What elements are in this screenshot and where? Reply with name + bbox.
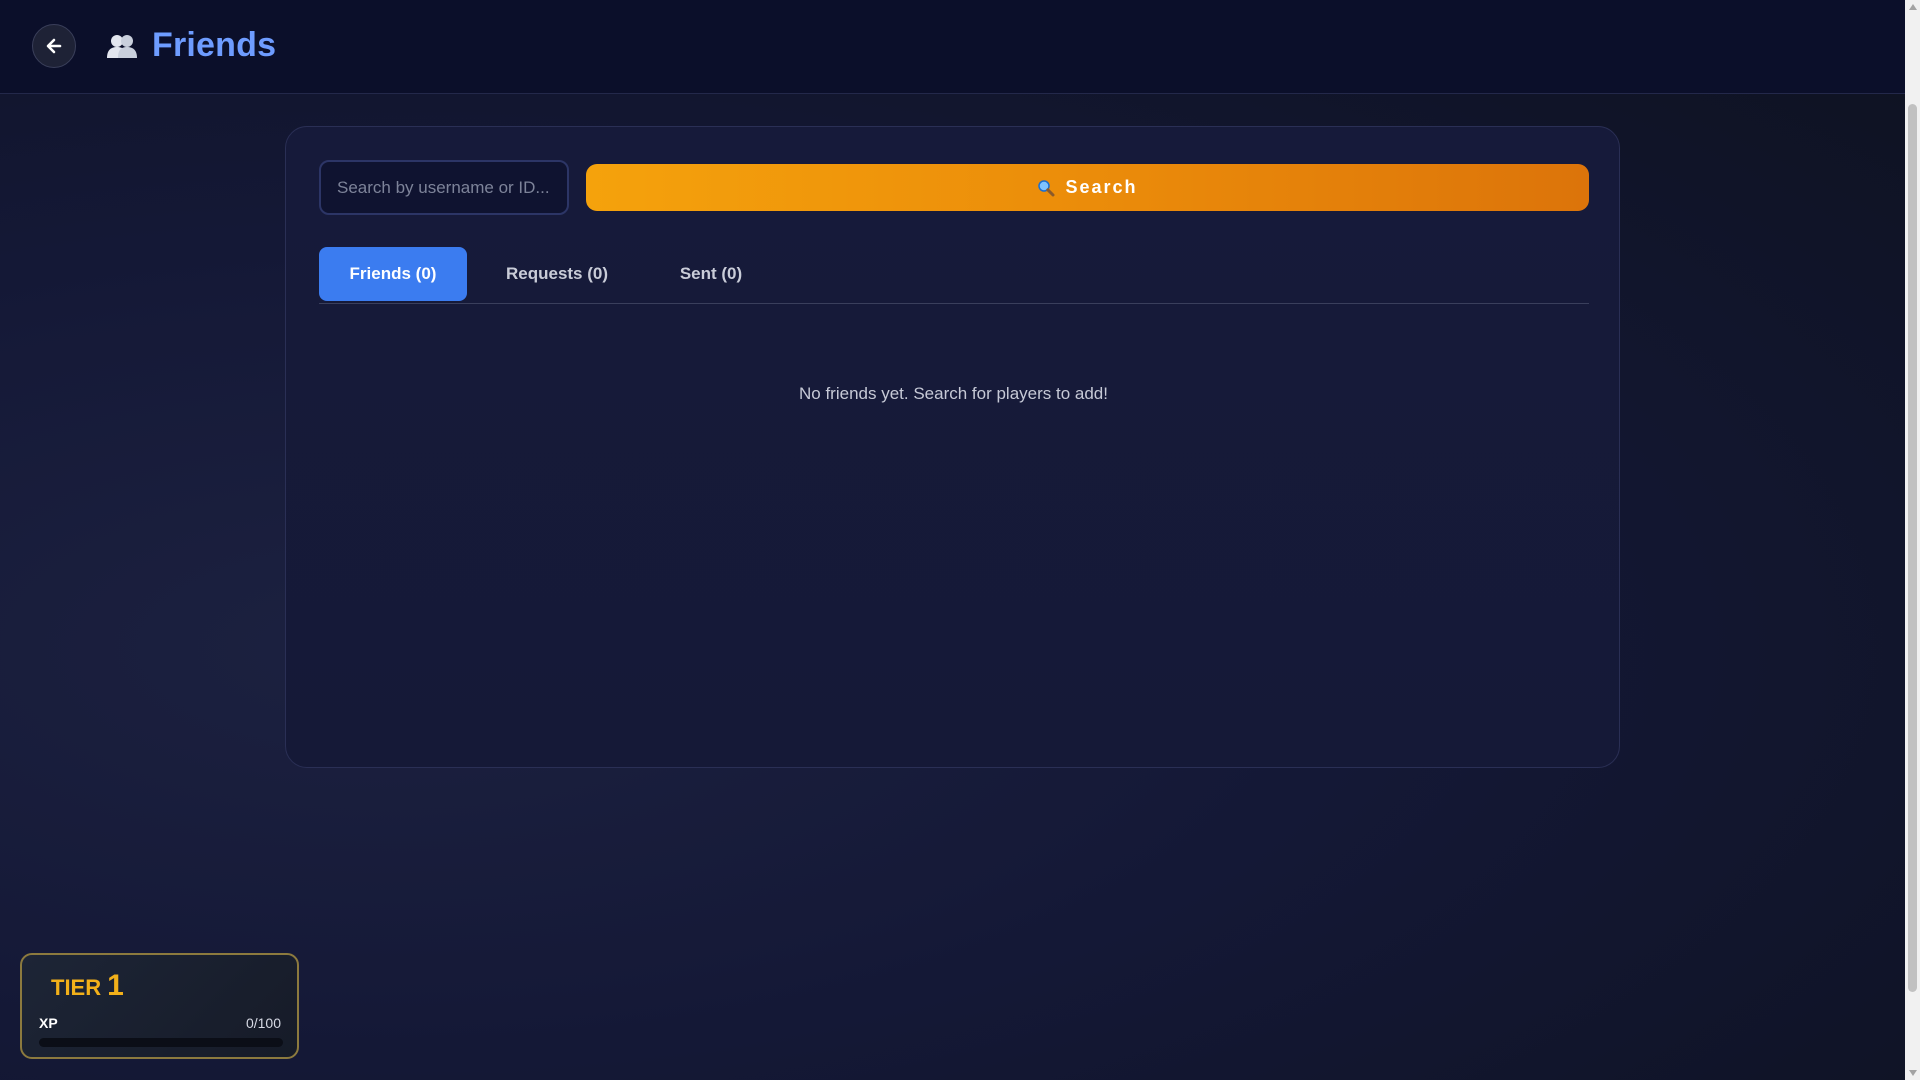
- xp-label: XP: [39, 1015, 58, 1031]
- back-button[interactable]: [32, 24, 76, 68]
- top-bar: Friends: [0, 0, 1905, 94]
- tab-friends-label: Friends (0): [349, 264, 437, 283]
- search-button[interactable]: Search: [586, 164, 1589, 211]
- tier-row: TIER 1: [51, 969, 124, 1003]
- magnifier-icon: [1038, 179, 1055, 196]
- friends-panel: Search Friends (0) Requests (0) Sent (0)…: [285, 126, 1620, 768]
- tier-label: TIER: [51, 975, 102, 1000]
- empty-state-message: No friends yet. Search for players to ad…: [799, 384, 1108, 403]
- tab-requests[interactable]: Requests (0): [483, 247, 631, 301]
- search-button-label: Search: [1065, 177, 1138, 197]
- search-input[interactable]: [319, 160, 569, 215]
- page-title-group: Friends: [106, 26, 276, 65]
- scroll-up-arrow-icon[interactable]: [1909, 4, 1917, 10]
- tab-friends[interactable]: Friends (0): [319, 247, 467, 301]
- tier-card: TIER 1 XP 0/100: [20, 953, 299, 1059]
- arrow-left-icon: [46, 38, 62, 54]
- tab-sent[interactable]: Sent (0): [649, 247, 773, 301]
- tab-sent-label: Sent (0): [679, 264, 743, 283]
- scrollbar-thumb[interactable]: [1908, 104, 1917, 992]
- xp-value: 0/100: [245, 1015, 281, 1031]
- tab-requests-label: Requests (0): [505, 264, 609, 283]
- scroll-down-arrow-icon[interactable]: [1909, 1070, 1917, 1076]
- tab-bar: Friends (0) Requests (0) Sent (0): [319, 247, 1589, 304]
- xp-progress-bar: [39, 1038, 283, 1047]
- users-icon: [107, 34, 137, 58]
- vertical-scrollbar[interactable]: [1905, 0, 1920, 1080]
- tier-value: 1: [107, 969, 124, 1002]
- app-viewport: Friends Search Friends (0) Requests (0) …: [0, 0, 1905, 1080]
- page-title: Friends: [152, 26, 277, 64]
